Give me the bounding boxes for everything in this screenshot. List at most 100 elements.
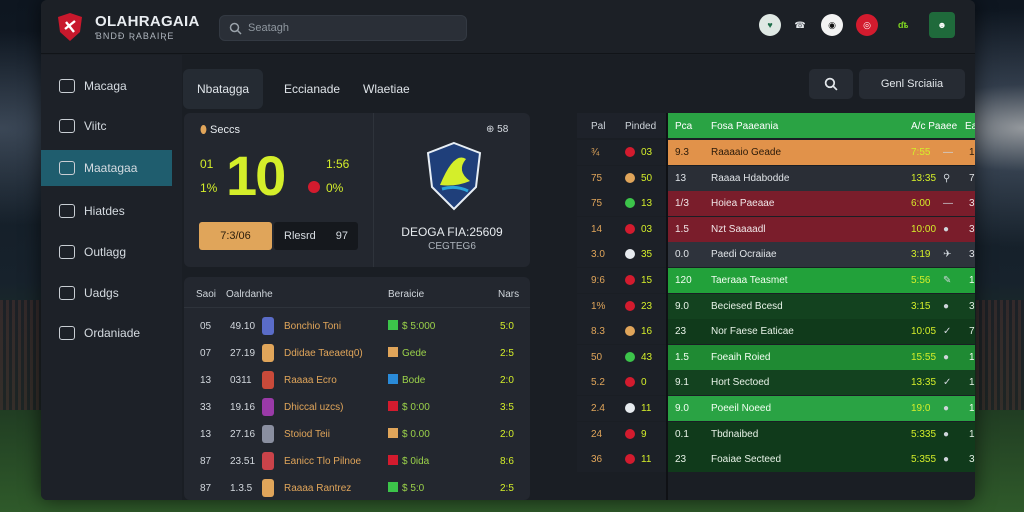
sidebar-item-maatagaa[interactable]: Maatagaa <box>41 150 172 186</box>
tag-icon <box>388 347 398 357</box>
orange-time-bar[interactable]: 7:3/06 <box>199 222 272 250</box>
cell-odds: 6:00 <box>911 198 931 210</box>
cell-pal: 75 <box>591 172 603 184</box>
table-row[interactable]: 36 11 23 Foaiae Secteed 5:355 ● 3:25 <box>577 447 975 473</box>
col-header: Oalrdanhe <box>226 289 273 300</box>
table-row[interactable]: 14 03 1.5 Nzt Saaaadl 10:00 ● 3:07 <box>577 216 975 242</box>
table-row[interactable]: 87 23.51 Eanicc Tlo Pilnoe $ 0ida 8:6 <box>184 448 530 474</box>
row-action-icon[interactable]: ✓ <box>943 377 951 388</box>
cell-time: 27.19 <box>230 348 256 359</box>
table-row[interactable]: 33 19.16 Dhiccal uzcs) $ 0:00 3:5 <box>184 394 530 420</box>
avatar-icon[interactable]: ☻ <box>929 12 955 38</box>
right-table: Pal Pinded Pca Fosa Paaeania A/c Paaee E… <box>577 113 975 500</box>
cell-pinded: 11 <box>641 403 652 414</box>
score-card-title-text: Seccs <box>209 124 240 136</box>
sidebar-item-hiatdes[interactable]: Hiatdes <box>41 193 172 229</box>
chat-icon <box>59 79 75 93</box>
cell-time: 0311 <box>230 375 252 386</box>
search-input[interactable]: Seatagh <box>219 15 467 41</box>
search-icon <box>824 77 838 91</box>
dark-bar-label: Rlesrd <box>284 230 316 242</box>
row-action-icon[interactable]: ✎ <box>943 275 951 286</box>
row-action-icon[interactable]: ● <box>943 429 949 440</box>
cell-value: 3:25 <box>969 454 975 466</box>
score-card-corner: ⊕ 58 <box>486 124 509 135</box>
table-row[interactable]: ¾ 03 9.3 Raaaaio Geade 7:55 — 1:84 <box>577 140 975 165</box>
cell-pal: 24 <box>591 428 603 440</box>
cell-name: Eanicc Tlo Pilnoe <box>284 456 362 467</box>
chat-icon[interactable]: ☎ <box>789 14 811 36</box>
row-action-icon[interactable]: ⚲ <box>943 173 950 184</box>
cell-odds: 19:0 <box>911 403 931 414</box>
cell-name: Foaiae Secteed <box>711 454 782 466</box>
team-dot-icon <box>625 428 635 439</box>
table-row[interactable]: 1% 23 9.0 Beciesed Bcesd 3:15 ● 3:57 <box>577 293 975 319</box>
brand-subtitle: ƁNDĐ ƦABAIƦE <box>95 31 175 41</box>
sidebar-item-label: Macaga <box>84 79 127 93</box>
cell-value: 1:84 <box>969 147 975 158</box>
cell-odds: 5:0 <box>500 321 514 332</box>
table-row[interactable]: 13 0311 Raaaa Ecro Bode 2:0 <box>184 367 530 393</box>
dark-result-bar[interactable]: Rlesrd 97 <box>274 222 358 250</box>
search-button[interactable] <box>809 69 853 99</box>
cell-pinded: 35 <box>641 249 653 261</box>
tag-icon <box>388 320 398 330</box>
row-action-icon[interactable]: — <box>943 147 953 158</box>
table-row[interactable]: 75 50 13 Raaaa Hdabodde 13:35 ⚲ 7:24 <box>577 165 975 191</box>
cell-value: 1.50 <box>969 275 975 286</box>
shield-badge-icon[interactable]: ♥ <box>759 14 781 36</box>
row-action-icon[interactable]: ✓ <box>943 326 951 337</box>
cell-pal: ¾ <box>591 147 600 158</box>
table-row[interactable]: 05 49.10 Bonchio Toni $ 5:000 5:0 <box>184 313 530 339</box>
player-icon <box>262 452 274 470</box>
cell-odds: 3:15 <box>911 300 931 312</box>
row-action-icon[interactable]: ✈ <box>943 249 951 260</box>
row-action-icon[interactable]: ● <box>943 352 949 363</box>
sidebar-item-label: Viitc <box>84 119 107 133</box>
table-row[interactable]: 5.2 0 9.1 Hort Sectoed 13:35 ✓ 1.24 <box>577 370 975 396</box>
cell-price: $ 0ida <box>402 456 430 467</box>
header-action-button[interactable]: Genl Srciaiia <box>859 69 965 99</box>
row-action-icon[interactable]: ● <box>943 301 949 312</box>
table-row[interactable]: 87 1.3.5 Raaaa Rantrez $ 5:0 2:5 <box>184 475 530 500</box>
cell-price: Gede <box>402 348 427 359</box>
cell-odds: 3:19 <box>911 249 931 261</box>
soccer-ball-icon[interactable]: ◉ <box>821 14 843 36</box>
table-row[interactable]: 13 27.16 Stoiod Teii $ 0.00 2:0 <box>184 421 530 447</box>
table-row[interactable]: 9:6 15 120 Taeraaa Teasmet 5:56 ✎ 1.50 <box>577 268 975 293</box>
sidebar-item-uadgs[interactable]: Uadgs <box>41 275 172 311</box>
cell-odds: 15:55 <box>911 351 937 363</box>
table-row[interactable]: 24 9 0.1 Tbdnaibed 5:335 ● 1:85 <box>577 421 975 447</box>
table-row[interactable]: 75 13 1/3 Hoiea Paeaae 6:00 — 3:67 <box>577 191 975 217</box>
table-row[interactable]: 50 43 1.5 Foeaih Roied 15:55 ● 1.25 <box>577 344 975 370</box>
cell-pal: 8.3 <box>591 326 605 338</box>
tab-wlaetiae[interactable]: Wlaetiae <box>363 69 410 109</box>
tag-icon <box>388 374 398 384</box>
team-dot-icon <box>625 300 635 311</box>
table-row[interactable]: 2.4 11 9.0 Poeeil Noeed 19:0 ● 1:65 <box>577 396 975 421</box>
cell-pca: 9.1 <box>675 377 689 389</box>
team-dot-icon <box>625 403 635 413</box>
sidebar-item-viitc[interactable]: Viitc <box>41 108 172 144</box>
cell-value: 3:57 <box>969 300 975 312</box>
col-header: Eaide <box>965 121 975 132</box>
cell-pca: 23 <box>675 326 687 338</box>
sidebar-item-macaga[interactable]: Macaga <box>41 68 172 104</box>
score-icon[interactable]: ɗȶ <box>892 14 914 36</box>
sidebar-item-ordaniade[interactable]: Ordaniade <box>41 315 172 351</box>
score-left-bottom: 1% <box>200 181 218 195</box>
cell-pca: 9.0 <box>675 300 689 312</box>
team-dot-icon <box>625 172 635 183</box>
table-row[interactable]: 8.3 16 23 Nor Faese Eaticae 10:05 ✓ 7:75 <box>577 319 975 345</box>
sidebar-item-outlagg[interactable]: Outlagg <box>41 234 172 270</box>
tab-nbatagga[interactable]: Nbatagga <box>183 69 264 109</box>
target-icon[interactable]: ◎ <box>856 14 878 36</box>
table-row[interactable]: 3.0 35 0.0 Paedi Ocraiiae 3:19 ✈ 3:05 <box>577 242 975 268</box>
row-action-icon[interactable]: ● <box>943 454 949 465</box>
row-action-icon[interactable]: — <box>943 198 953 209</box>
tab-eccianade[interactable]: Eccianade <box>284 69 340 109</box>
row-action-icon[interactable]: ● <box>943 224 949 235</box>
row-action-icon[interactable]: ● <box>943 403 949 414</box>
sidebar-item-label: Ordaniade <box>84 326 141 340</box>
table-row[interactable]: 07 27.19 Ddidae Taeaetq0) Gede 2:5 <box>184 340 530 366</box>
